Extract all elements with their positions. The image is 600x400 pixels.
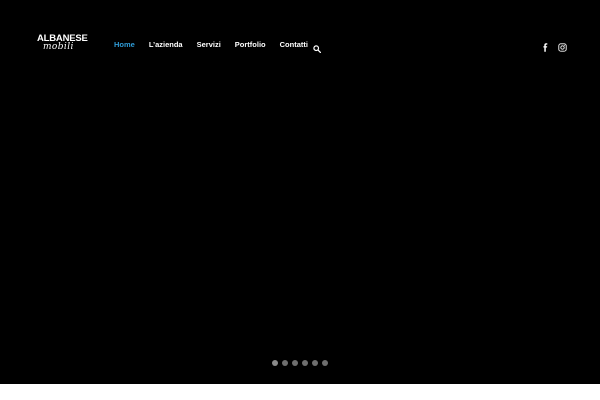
nav-item-azienda[interactable]: L’azienda — [149, 40, 183, 49]
slider-dot-2[interactable] — [282, 360, 288, 366]
slider-dot-3[interactable] — [292, 360, 298, 366]
search-icon[interactable] — [313, 40, 322, 54]
logo-script: mobili — [43, 42, 74, 52]
site-logo[interactable]: ALBANESE mobili — [37, 34, 89, 54]
slider-dot-4[interactable] — [302, 360, 308, 366]
hero-slider: ALBANESE mobili Home L’azienda Servizi P… — [0, 0, 600, 384]
slider-dot-6[interactable] — [322, 360, 328, 366]
nav-item-servizi[interactable]: Servizi — [197, 40, 221, 49]
slider-dot-5[interactable] — [312, 360, 318, 366]
facebook-icon[interactable] — [541, 39, 550, 52]
nav-item-contatti[interactable]: Contatti — [280, 40, 308, 49]
instagram-icon[interactable] — [558, 39, 567, 52]
nav-item-portfolio[interactable]: Portfolio — [235, 40, 266, 49]
slider-dot-1[interactable] — [272, 360, 278, 366]
nav-item-home[interactable]: Home — [114, 40, 135, 49]
main-nav: Home L’azienda Servizi Portfolio Contatt… — [114, 38, 322, 50]
slider-pagination — [272, 360, 332, 366]
